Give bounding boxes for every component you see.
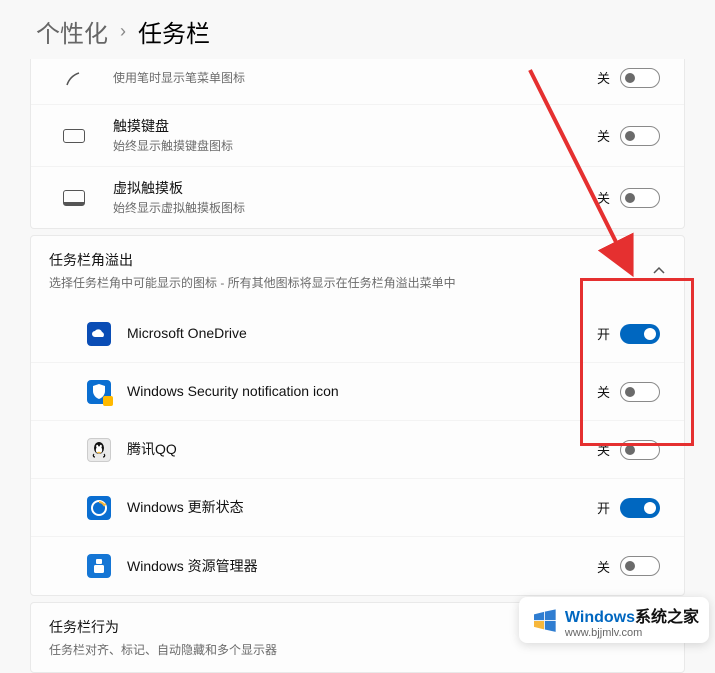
qq-icon [87,438,111,462]
onedrive-state-text: 开 [590,324,610,343]
windows-update-label: Windows 更新状态 [127,498,244,517]
virtual-touchpad-state-text: 关 [590,188,610,207]
security-icon [87,380,111,404]
keyboard-icon [63,125,85,147]
watermark: Windows系统之家 www.bjjmlv.com [519,597,709,643]
pen-toggle[interactable] [620,68,660,88]
qq-toggle[interactable] [620,440,660,460]
explorer-toggle[interactable] [620,556,660,576]
virtual-touchpad-toggle[interactable] [620,188,660,208]
security-label: Windows Security notification icon [127,382,339,401]
row-qq: 腾讯QQ 关 [31,421,684,479]
overflow-panel: 任务栏角溢出 选择任务栏角中可能显示的图标 - 所有其他图标将显示在任务栏角溢出… [30,235,685,596]
windows-update-state-text: 开 [590,498,610,517]
touch-keyboard-state-text: 关 [590,126,610,145]
chevron-up-icon [652,264,666,278]
row-windows-update: Windows 更新状态 开 [31,479,684,537]
virtual-touchpad-subtitle: 始终显示虚拟触摸板图标 [113,200,590,216]
overflow-subtitle: 选择任务栏角中可能显示的图标 - 所有其他图标将显示在任务栏角溢出菜单中 [49,274,666,291]
windows-update-toggle[interactable] [620,498,660,518]
security-toggle[interactable] [620,382,660,402]
row-touch-keyboard: 触摸键盘 始终显示触摸键盘图标 关 [31,105,684,167]
security-state-text: 关 [590,382,610,401]
qq-state-text: 关 [590,440,610,459]
explorer-state-text: 关 [590,557,610,576]
touch-keyboard-title: 触摸键盘 [113,117,590,136]
onedrive-label: Microsoft OneDrive [127,324,247,343]
row-pen-menu: 使用笔时显示笔菜单图标 关 [31,59,684,105]
row-security: Windows Security notification icon 关 [31,363,684,421]
explorer-label: Windows 资源管理器 [127,557,258,576]
virtual-touchpad-title: 虚拟触摸板 [113,179,590,198]
explorer-icon [87,554,111,578]
pen-subtitle: 使用笔时显示笔菜单图标 [113,70,590,86]
pen-icon [63,67,85,89]
watermark-brand2: 系统之家 [635,609,699,626]
windows-logo-icon [529,606,559,636]
taskbar-corner-icons-panel: 使用笔时显示笔菜单图标 关 触摸键盘 始终显示触摸键盘图标 关 虚拟触摸板 始终… [30,59,685,229]
overflow-header[interactable]: 任务栏角溢出 选择任务栏角中可能显示的图标 - 所有其他图标将显示在任务栏角溢出… [31,236,684,305]
watermark-url: www.bjjmlv.com [565,627,699,639]
touchpad-icon [63,187,85,209]
pen-state-text: 关 [590,68,610,87]
behavior-subtitle: 任务栏对齐、标记、自动隐藏和多个显示器 [49,641,666,658]
onedrive-toggle[interactable] [620,324,660,344]
qq-label: 腾讯QQ [127,440,177,459]
chevron-right-icon: › [120,21,126,42]
onedrive-icon [87,322,111,346]
row-onedrive: Microsoft OneDrive 开 [31,305,684,363]
windows-update-icon [87,496,111,520]
row-explorer: Windows 资源管理器 关 [31,537,684,595]
touch-keyboard-subtitle: 始终显示触摸键盘图标 [113,138,590,154]
watermark-brand1: Windows [565,609,635,626]
overflow-title: 任务栏角溢出 [49,250,666,270]
breadcrumb-parent[interactable]: 个性化 [36,14,108,49]
touch-keyboard-toggle[interactable] [620,126,660,146]
breadcrumb-current: 任务栏 [138,14,210,49]
row-virtual-touchpad: 虚拟触摸板 始终显示虚拟触摸板图标 关 [31,167,684,228]
breadcrumb: 个性化 › 任务栏 [0,0,715,59]
